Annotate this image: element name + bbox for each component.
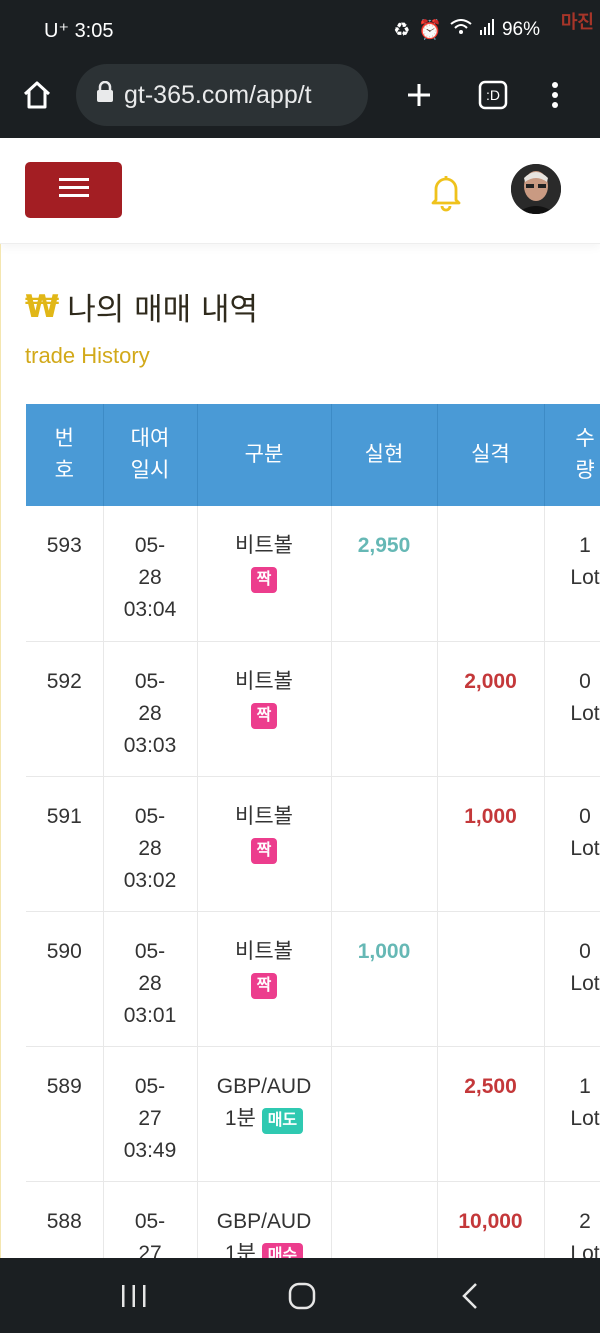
- carrier-label: U⁺: [44, 20, 69, 42]
- bet-badge: 짝: [250, 837, 278, 864]
- page-heading: ₩ 나의 매매 내역 trade History: [25, 284, 258, 369]
- cell-type: GBP/AUD 1분 매도: [197, 1046, 332, 1182]
- trade-history-table[interactable]: 번호 대여 일시 구분 실현 실격 수량 593 05- 28 03:04 비트볼 짝 …: [26, 404, 600, 1258]
- cell-date: 05- 28 03:04: [103, 506, 198, 642]
- address-bar[interactable]: gt-365.com/app/t: [76, 64, 368, 126]
- cell-real: [331, 1046, 438, 1182]
- table-row[interactable]: 589 05- 27 03:49 GBP/AUD 1분 매도 2,500 1 Lot: [26, 1046, 600, 1182]
- cell-real: 1,000: [331, 911, 438, 1047]
- cell-qty: 2 Lot: [544, 1181, 600, 1258]
- header-date: 대여 일시: [103, 404, 198, 506]
- menu-button[interactable]: [25, 162, 122, 218]
- cell-no: 591: [26, 776, 104, 912]
- tabs-icon[interactable]: :D: [470, 72, 516, 118]
- system-nav-bar: [0, 1258, 600, 1333]
- cell-qty: 1 Lot: [544, 1046, 600, 1182]
- cell-loss: 1,000: [437, 776, 545, 912]
- cell-real: [331, 641, 438, 777]
- tabs-label: :D: [486, 87, 500, 103]
- left-border: [0, 244, 1, 1258]
- page-subtitle: trade History: [25, 343, 150, 368]
- menu-icon: [58, 178, 89, 202]
- alarm-icon: ⏰: [418, 20, 442, 41]
- cell-loss: 2,000: [437, 641, 545, 777]
- sell-badge: 매도: [261, 1107, 304, 1134]
- cell-date: 05- 27 03:49: [103, 1046, 198, 1182]
- header-type: 구분: [197, 404, 332, 506]
- cell-type: GBP/AUD 1분 매수: [197, 1181, 332, 1258]
- table-row[interactable]: 593 05- 28 03:04 비트볼 짝 2,950 1 Lot: [26, 506, 600, 642]
- cell-no: 592: [26, 641, 104, 777]
- browser-toolbar: gt-365.com/app/t :D: [0, 58, 600, 138]
- cell-type: 비트볼 짝: [197, 506, 332, 642]
- table-row[interactable]: 591 05- 28 03:02 비트볼 짝 1,000 0 Lot: [26, 776, 600, 912]
- clock: 3:05: [74, 20, 114, 42]
- avatar[interactable]: [511, 164, 561, 214]
- cell-no: 593: [26, 506, 104, 642]
- cell-loss: [437, 506, 545, 642]
- won-icon: ₩: [25, 288, 60, 325]
- cell-date: 05- 27: [103, 1181, 198, 1258]
- cell-date: 05- 28 03:01: [103, 911, 198, 1047]
- cell-loss: 2,500: [437, 1046, 545, 1182]
- bet-badge: 짝: [250, 567, 278, 593]
- cell-type: 비트볼 짝: [197, 641, 332, 777]
- buy-badge: 매수: [261, 1242, 304, 1258]
- header-no: 번호: [26, 404, 104, 506]
- bet-badge: 짝: [250, 972, 278, 999]
- home-icon[interactable]: [14, 72, 60, 118]
- cell-qty: 0 Lot: [544, 641, 600, 777]
- cell-real: 2,950: [331, 506, 438, 642]
- watermark-logo: 마진: [466, 6, 594, 36]
- cell-real: [331, 776, 438, 912]
- table-header-row: 번호 대여 일시 구분 실현 실격 수량: [26, 404, 600, 506]
- back-icon[interactable]: [450, 1280, 490, 1312]
- app-header: [0, 140, 600, 244]
- cell-qty: 0 Lot: [544, 776, 600, 912]
- table-row[interactable]: 590 05- 28 03:01 비트볼 짝 1,000 0 Lot: [26, 911, 600, 1047]
- cell-qty: 1 Lot: [544, 506, 600, 642]
- cell-no: 588: [26, 1181, 104, 1258]
- more-vert-icon[interactable]: [532, 72, 578, 118]
- table-row[interactable]: 592 05- 28 03:03 비트볼 짝 2,000 0 Lot: [26, 641, 600, 777]
- status-time: U⁺ 3:05: [44, 18, 114, 43]
- cell-date: 05- 28 03:02: [103, 776, 198, 912]
- cell-no: 589: [26, 1046, 104, 1182]
- home-circle-icon[interactable]: [282, 1280, 322, 1312]
- cell-date: 05- 28 03:03: [103, 641, 198, 777]
- cell-type: 비트볼 짝: [197, 776, 332, 912]
- bell-icon[interactable]: [428, 172, 464, 212]
- table-row[interactable]: 588 05- 27 GBP/AUD 1분 매수 10,000 2 Lot: [26, 1181, 600, 1258]
- cell-qty: 0 Lot: [544, 911, 600, 1047]
- cell-real: [331, 1181, 438, 1258]
- header-loss: 실격: [437, 404, 545, 506]
- page-title: ₩ 나의 매매 내역: [25, 284, 258, 329]
- cell-loss: 10,000: [437, 1181, 545, 1258]
- page-title-text: 나의 매매 내역: [67, 292, 259, 328]
- cell-no: 590: [26, 911, 104, 1047]
- cell-type: 비트볼 짝: [197, 911, 332, 1047]
- watermark-text: 마진: [560, 12, 594, 32]
- lock-icon: [96, 80, 114, 110]
- header-real: 실현: [331, 404, 438, 506]
- recents-icon[interactable]: [114, 1280, 154, 1312]
- plus-icon[interactable]: [396, 72, 442, 118]
- cell-loss: [437, 911, 545, 1047]
- header-qty: 수량: [544, 404, 600, 506]
- status-bar: U⁺ 3:05 ♻ ⏰ 96% 마진: [0, 0, 600, 58]
- bet-badge: 짝: [250, 702, 278, 729]
- url-text: gt-365.com/app/t: [124, 80, 312, 109]
- recycle-icon: ♻: [393, 19, 411, 41]
